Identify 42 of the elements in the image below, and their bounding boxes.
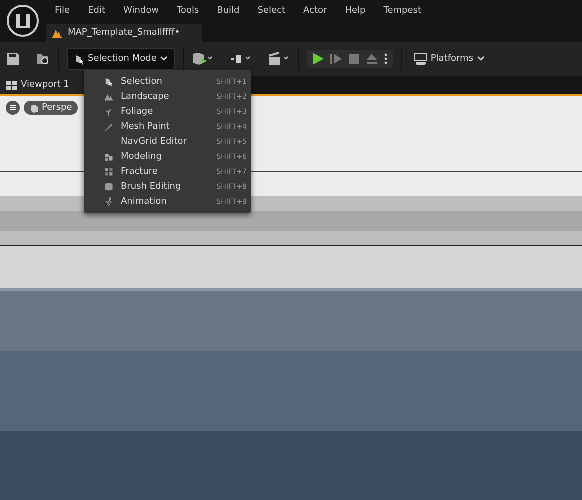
perspective-button[interactable]: Perspe xyxy=(24,101,78,115)
shapes-icon xyxy=(104,152,114,162)
caret-icon xyxy=(476,55,485,63)
document-title: MAP_Template_Smallffff• xyxy=(68,28,180,38)
level-icon xyxy=(52,28,62,38)
more-icon[interactable] xyxy=(382,52,389,66)
cube-icon xyxy=(30,104,39,112)
runner-icon xyxy=(104,196,114,206)
menu-item[interactable]: Edit xyxy=(79,6,114,16)
menu-icon xyxy=(9,104,17,112)
grid-icon xyxy=(104,166,114,176)
menu-item[interactable]: Help xyxy=(336,6,375,16)
logo-icon[interactable] xyxy=(6,4,40,38)
play-icon[interactable] xyxy=(310,52,325,66)
folder-search-icon[interactable] xyxy=(36,52,50,66)
mountain-icon xyxy=(104,92,114,102)
viewport-icon xyxy=(6,80,17,90)
platforms-button[interactable]: Platforms xyxy=(410,50,489,68)
cube-icon xyxy=(104,182,114,192)
menu-item[interactable]: Tools xyxy=(168,6,208,16)
stop-icon[interactable] xyxy=(346,52,361,66)
save-icon[interactable] xyxy=(6,52,20,66)
menu-item[interactable]: Build xyxy=(208,6,249,16)
plant-icon xyxy=(104,106,114,116)
menu-item[interactable]: Select xyxy=(248,6,295,16)
cursor-icon xyxy=(104,76,114,86)
clapperboard-icon[interactable] xyxy=(268,52,290,66)
menu-item[interactable]: Actor xyxy=(294,6,336,16)
document-tab[interactable]: MAP_Template_Smallffff• xyxy=(46,24,202,42)
step-icon[interactable] xyxy=(328,52,343,66)
viewport-title: Viewport 1 xyxy=(21,80,70,90)
brush-icon xyxy=(104,122,114,132)
blueprint-icon[interactable] xyxy=(230,52,252,66)
monitor-icon xyxy=(414,52,428,66)
menu-item[interactable]: Window xyxy=(114,6,168,16)
selection-mode-button[interactable]: Selection Mode xyxy=(67,48,175,70)
menu-item[interactable]: Tempest xyxy=(374,6,430,16)
cursor-icon xyxy=(74,54,85,64)
menu-item[interactable]: File xyxy=(46,6,80,16)
add-cube-icon[interactable] xyxy=(192,52,214,66)
caret-icon xyxy=(160,55,168,63)
viewport-tab[interactable]: Viewport 1 xyxy=(0,76,84,94)
